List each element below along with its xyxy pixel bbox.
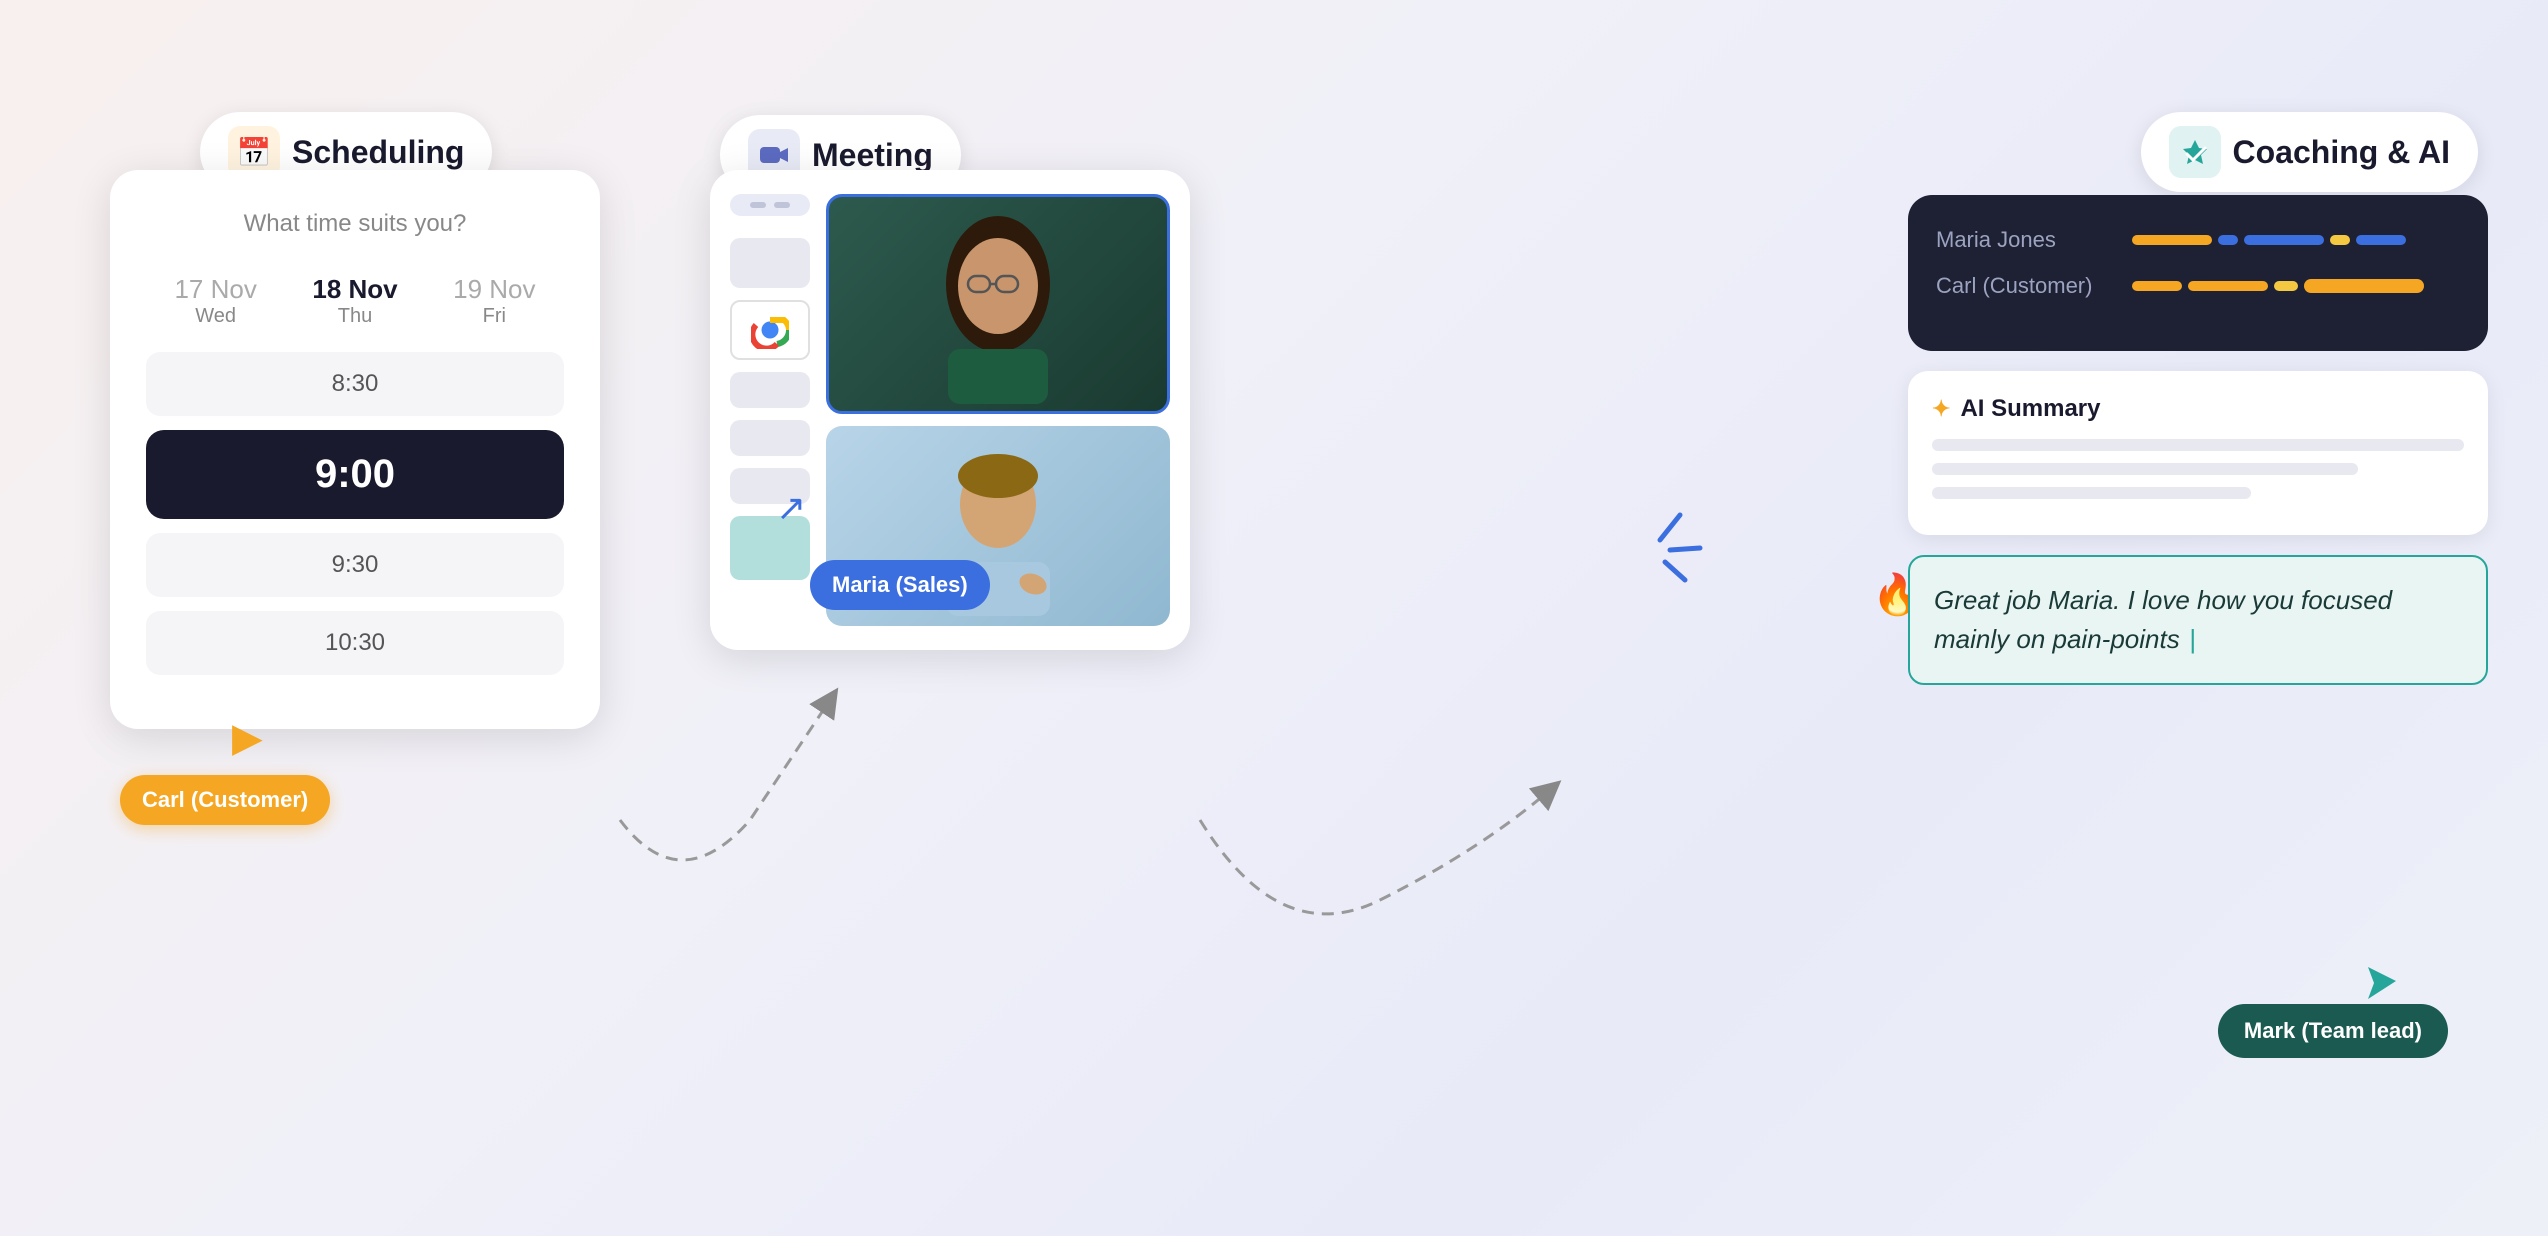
ai-summary-text: AI Summary — [1960, 395, 2100, 423]
maria-sales-tag: Maria (Sales) — [810, 560, 990, 610]
date-col-thu: 18 Nov Thu — [285, 274, 424, 328]
date-num-fri: 19 Nov — [425, 274, 564, 305]
summary-line-2 — [1932, 463, 2358, 475]
maria-audio-bars — [2132, 235, 2460, 245]
chrome-icon-block — [730, 300, 810, 360]
carl-bar-1 — [2132, 281, 2182, 291]
participant-maria-name: Maria Jones — [1936, 227, 2116, 253]
chrome-cursor-icon: ↗ — [776, 487, 806, 529]
date-num-wed: 17 Nov — [146, 274, 285, 305]
scheduling-subtitle: What time suits you? — [146, 210, 564, 238]
sidebar-block-3 — [730, 420, 810, 456]
summary-line-1 — [1932, 439, 2464, 451]
meeting-topbar — [730, 194, 810, 216]
coaching-inner: Maria Jones Carl (Customer) — [1908, 195, 2488, 351]
coaching-comment-box: Great job Maria. I love how you focused … — [1908, 555, 2488, 685]
date-row: 17 Nov Wed 18 Nov Thu 19 Nov Fri — [146, 274, 564, 328]
coaching-section-pill: Coaching & AI — [2141, 112, 2478, 192]
sidebar-block-2 — [730, 372, 810, 408]
bar-1 — [2132, 235, 2212, 245]
ai-summary-box: ✦ AI Summary — [1908, 371, 2488, 535]
coaching-icon — [2169, 126, 2221, 178]
date-col-wed: 17 Nov Wed — [146, 274, 285, 328]
participant-carl-name: Carl (Customer) — [1936, 273, 2116, 299]
summary-line-3 — [1932, 487, 2251, 499]
time-slot-830[interactable]: 8:30 — [146, 352, 564, 416]
carl-bar-2 — [2188, 281, 2268, 291]
mark-teamlead-tag: Mark (Team lead) — [2218, 1004, 2448, 1058]
comment-container: 🔥 Great job Maria. I love how you focuse… — [1908, 555, 2488, 685]
ai-spark-icon: ✦ — [1932, 396, 1950, 422]
scheduling-panel: What time suits you? 17 Nov Wed 18 Nov T… — [110, 170, 600, 729]
carl-customer-tag: Carl (Customer) — [120, 775, 330, 825]
coaching-panel: Maria Jones Carl (Customer) ✦ AI Summa — [1908, 195, 2488, 685]
bar-5 — [2356, 235, 2406, 245]
video-slot-maria — [826, 194, 1170, 414]
teal-cursor-icon — [2364, 963, 2400, 1008]
meeting-pill-label: Meeting — [812, 137, 933, 174]
day-name-fri: Fri — [425, 305, 564, 328]
time-slot-900-selected[interactable]: 9:00 — [146, 430, 564, 519]
selected-time-label: 9:00 — [315, 452, 395, 496]
bar-4 — [2330, 235, 2350, 245]
date-num-thu: 18 Nov — [285, 274, 424, 305]
ai-summary-label: ✦ AI Summary — [1932, 395, 2464, 423]
scheduling-pill-label: Scheduling — [292, 134, 464, 171]
coaching-pill-label: Coaching & AI — [2233, 134, 2450, 171]
day-name-wed: Wed — [146, 305, 285, 328]
time-slot-1030[interactable]: 10:30 — [146, 611, 564, 675]
carl-bar-highlight — [2304, 279, 2424, 293]
day-name-thu: Thu — [285, 305, 424, 328]
carl-bar-3 — [2274, 281, 2298, 291]
sidebar-block-1 — [730, 238, 810, 288]
time-slot-930[interactable]: 9:30 — [146, 533, 564, 597]
participant-carl-row: Carl (Customer) — [1936, 273, 2460, 299]
bar-2 — [2218, 235, 2238, 245]
meeting-sidebar — [730, 194, 810, 626]
yellow-pointer-icon: ▶ — [232, 715, 263, 761]
date-col-fri: 19 Nov Fri — [425, 274, 564, 328]
cursor-line: | — [2189, 624, 2196, 654]
carl-audio-bars — [2132, 279, 2460, 293]
participant-maria-row: Maria Jones — [1936, 227, 2460, 253]
bar-3 — [2244, 235, 2324, 245]
comment-text: Great job Maria. I love how you focused … — [1934, 585, 2392, 654]
